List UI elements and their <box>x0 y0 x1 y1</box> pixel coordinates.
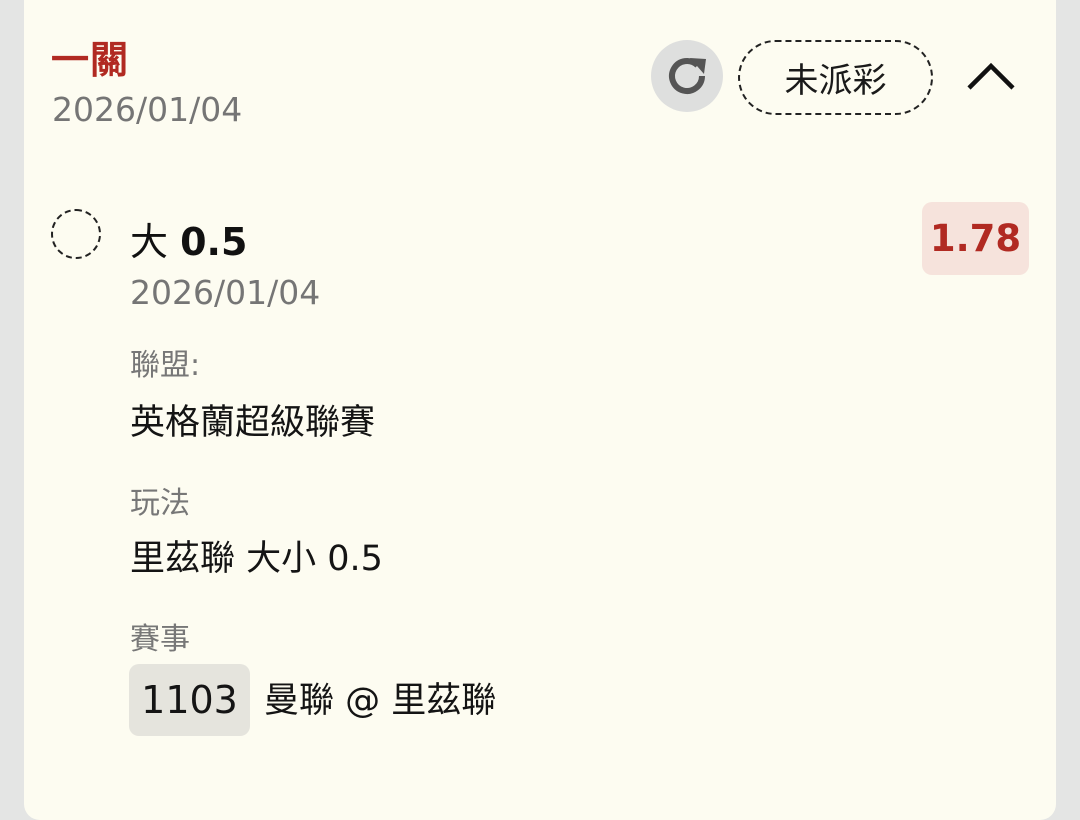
selection-radio-icon[interactable] <box>51 209 101 259</box>
league-value: 英格蘭超級聯賽 <box>130 403 376 443</box>
match-label: 賽事 <box>130 622 190 657</box>
match-code-badge: 1103 <box>129 664 250 736</box>
selection-date: 2026/01/04 <box>130 273 321 312</box>
bet-type-title: 一關 <box>51 38 130 82</box>
bet-type-value: 里茲聯 大小 0.5 <box>130 539 383 579</box>
collapse-button[interactable] <box>962 50 1020 100</box>
match-name: 曼聯 @ 里茲聯 <box>264 681 497 721</box>
odds-badge: 1.78 <box>922 202 1029 275</box>
selection-title: 大 0.5 <box>130 219 247 265</box>
bet-type-label: 玩法 <box>130 486 190 521</box>
refresh-button[interactable] <box>651 40 723 112</box>
chevron-up-icon <box>967 62 1015 90</box>
settlement-status-badge: 未派彩 <box>738 40 933 115</box>
selection-pick: 大 <box>130 220 169 264</box>
selection-line: 0.5 <box>180 220 248 264</box>
refresh-icon <box>669 58 706 94</box>
league-label: 聯盟: <box>130 348 201 383</box>
bet-date: 2026/01/04 <box>52 90 243 129</box>
